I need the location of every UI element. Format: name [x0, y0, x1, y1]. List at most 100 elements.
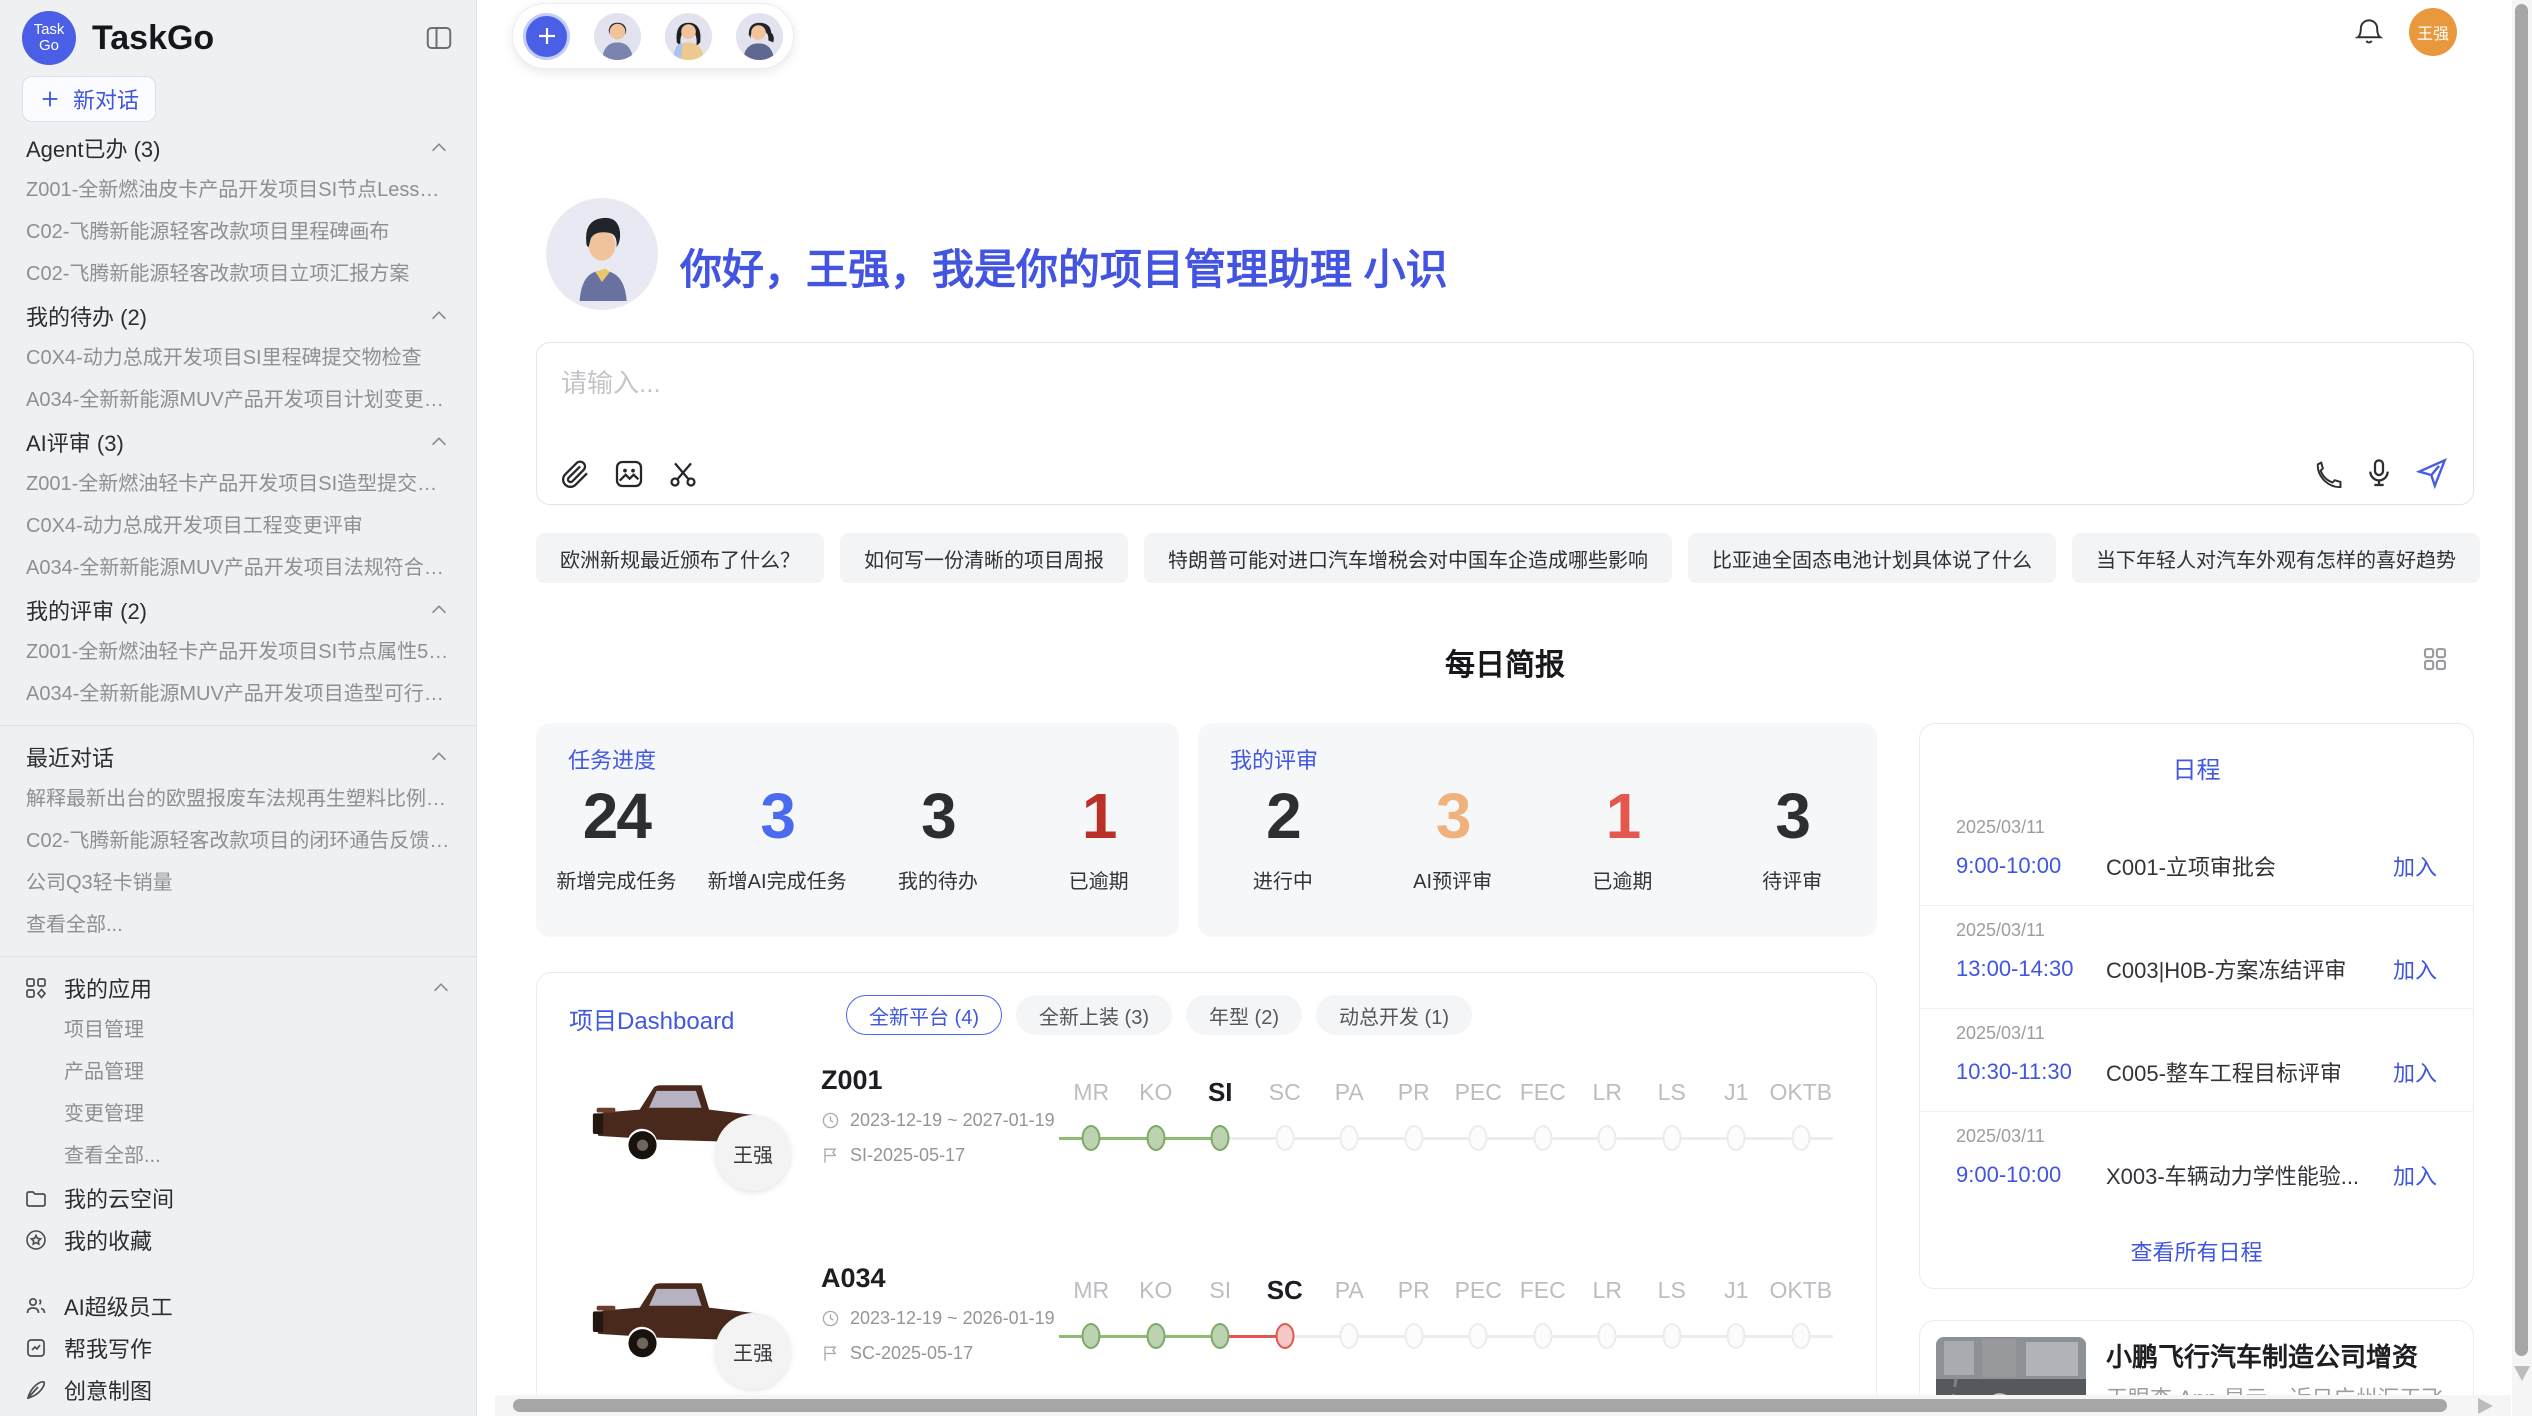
event-time: 13:00-14:30 [1956, 956, 2106, 982]
metric-value: 2 [1266, 781, 1300, 851]
scissors-icon[interactable] [667, 458, 699, 490]
user-avatar[interactable]: 王强 [2409, 8, 2457, 56]
suggestion-chip[interactable]: 欧洲新规最近颁布了什么？ [536, 533, 824, 583]
card-title: 任务进度 [568, 743, 656, 775]
new-chat-label: 新对话 [73, 83, 139, 115]
schedule-event: 2025/03/11 10:30-11:30 C005-整车工程目标评审 加入 [1920, 1009, 2473, 1112]
metric: 3 AI预评审 [1368, 781, 1538, 894]
new-chat-button[interactable]: 新对话 [22, 76, 156, 122]
milestone-dot [1404, 1125, 1423, 1151]
sidebar-conversation-item[interactable]: 公司Q3轻卡销量 [0, 862, 476, 904]
metric-value: 24 [583, 781, 650, 851]
my-todo-list: C0X4-动力总成开发项目SI里程碑提交物检查A034-全新新能源MUV产品开发… [0, 337, 476, 421]
phone-call-icon[interactable] [2311, 457, 2343, 489]
sidebar-item-cloud-space[interactable]: 我的云空间 [0, 1177, 476, 1219]
sidebar-section-my-todo[interactable]: 我的待办 (2) [0, 295, 476, 337]
sidebar-app-item[interactable]: 变更管理 [0, 1093, 476, 1135]
sidebar-item-drawing[interactable]: 创意制图 [0, 1369, 476, 1411]
image-icon[interactable] [613, 458, 645, 490]
sidebar-conversation-item[interactable]: Z001-全新燃油轻卡产品开发项目SI节点属性5D文件评审 [0, 631, 476, 673]
sidebar-app-item[interactable]: 项目管理 [0, 1009, 476, 1051]
scroll-down-arrow[interactable] [2514, 1366, 2530, 1381]
milestone-fec: FEC [1511, 1267, 1576, 1363]
scroll-right-arrow[interactable] [2478, 1398, 2493, 1414]
sidebar-section-agent-done[interactable]: Agent已办 (3) [0, 127, 476, 169]
sidebar-conversation-item[interactable]: 解释最新出台的欧盟报废车法规再生塑料比例被调至15%... [0, 778, 476, 820]
milestone-pr: PR [1382, 1069, 1447, 1165]
agent-done-list: Z001-全新燃油皮卡产品开发项目SI节点Lesson Learn报告C02-飞… [0, 169, 476, 295]
sidebar-conversation-item[interactable]: C0X4-动力总成开发项目工程变更评审 [0, 505, 476, 547]
join-meeting-link[interactable]: 加入 [2393, 953, 2437, 985]
milestone-dot [1211, 1323, 1230, 1349]
sidebar-conversation-item[interactable]: 查看全部... [0, 904, 476, 946]
dashboard-tab[interactable]: 全新上装 (3) [1016, 995, 1172, 1035]
contact-avatar-1[interactable] [594, 13, 641, 60]
sidebar-section-recent[interactable]: 最近对话 [0, 736, 476, 778]
metric-label: 待评审 [1762, 865, 1822, 894]
join-meeting-link[interactable]: 加入 [2393, 1056, 2437, 1088]
chat-input[interactable] [559, 359, 2059, 407]
milestone-dot [1340, 1323, 1359, 1349]
drawing-label: 创意制图 [64, 1374, 452, 1406]
add-contact-button[interactable] [523, 13, 570, 60]
sidebar-app-item[interactable]: 产品管理 [0, 1051, 476, 1093]
contact-avatar-3[interactable] [736, 13, 783, 60]
my-review-list: Z001-全新燃油轻卡产品开发项目SI节点属性5D文件评审A034-全新新能源M… [0, 631, 476, 715]
sidebar-conversation-item[interactable]: Z001-全新燃油轻卡产品开发项目SI造型提交物评审 [0, 463, 476, 505]
suggestion-chip[interactable]: 比亚迪全固态电池计划具体说了什么 [1688, 533, 2056, 583]
sidebar-item-my-apps[interactable]: 我的应用 [0, 967, 476, 1009]
dashboard-tab[interactable]: 动总开发 (1) [1316, 995, 1472, 1035]
greeting-text: 你好，王强，我是你的项目管理助理 小识 [680, 236, 1448, 297]
chevron-up-icon [428, 599, 450, 621]
sidebar-conversation-item[interactable]: A034-全新新能源MUV产品开发项目法规符合性评审 [0, 547, 476, 589]
milestone-pa: PA [1317, 1069, 1382, 1165]
view-all-schedule-link[interactable]: 查看所有日程 [1920, 1235, 2473, 1267]
send-icon[interactable] [2415, 456, 2449, 490]
layout-grid-icon[interactable] [2420, 644, 2450, 674]
milestone-dot [1662, 1125, 1681, 1151]
notification-bell-icon[interactable] [2355, 18, 2383, 46]
sidebar-section-my-review[interactable]: 我的评审 (2) [0, 589, 476, 631]
sidebar-conversation-item[interactable]: C02-飞腾新能源轻客改款项目的闭环通告反馈情况 [0, 820, 476, 862]
sidebar-conversation-item[interactable]: Z001-全新燃油皮卡产品开发项目SI节点Lesson Learn报告 [0, 169, 476, 211]
sidebar-conversation-item[interactable]: A034-全新新能源MUV产品开发项目造型可行性评审 [0, 673, 476, 715]
sidebar-item-writing[interactable]: 帮我写作 [0, 1327, 476, 1369]
metric-value: 1 [1606, 781, 1640, 851]
horizontal-scrollbar-thumb[interactable] [513, 1399, 2447, 1412]
join-meeting-link[interactable]: 加入 [2393, 850, 2437, 882]
section-label: 最近对话 [26, 741, 428, 773]
suggestion-chip[interactable]: 当下年轻人对汽车外观有怎样的喜好趋势 [2072, 533, 2480, 583]
milestone-dot [1598, 1125, 1617, 1151]
dashboard-tab[interactable]: 年型 (2) [1186, 995, 1302, 1035]
dashboard-tab[interactable]: 全新平台 (4) [846, 995, 1002, 1035]
attachment-icon[interactable] [559, 458, 591, 490]
task-progress-metrics: 24 新增完成任务 3 新增AI完成任务 3 我的待办 1 [536, 781, 1179, 894]
suggestion-chip[interactable]: 特朗普可能对进口汽车增税会对中国车企造成哪些影响 [1144, 533, 1672, 583]
microphone-icon[interactable] [2363, 457, 2395, 489]
sidebar-app-item[interactable]: 查看全部... [0, 1135, 476, 1177]
metric: 1 已逾期 [1018, 781, 1179, 894]
milestone-dot [1727, 1125, 1746, 1151]
milestone-dot [1598, 1323, 1617, 1349]
sidebar-section-ai-review[interactable]: AI评审 (3) [0, 421, 476, 463]
chevron-up-icon [428, 746, 450, 768]
metric: 1 已逾期 [1538, 781, 1708, 894]
project-row-z001[interactable]: 王强 Z001 2023-12-19 ~ 2027-01-19 SI-2025-… [537, 1051, 1876, 1241]
sidebar-conversation-item[interactable]: C02-飞腾新能源轻客改款项目立项汇报方案 [0, 253, 476, 295]
metric-label: 已逾期 [1592, 865, 1652, 894]
sidebar-conversation-item[interactable]: C02-飞腾新能源轻客改款项目里程碑画布 [0, 211, 476, 253]
sidebar-item-ai-staff[interactable]: AI超级员工 [0, 1285, 476, 1327]
project-row-a034[interactable]: 王强 A034 2023-12-19 ~ 2026-01-19 SC-2025-… [537, 1249, 1876, 1416]
divider [0, 725, 476, 726]
sidebar-conversation-item[interactable]: A034-全新新能源MUV产品开发项目计划变更表编写 [0, 379, 476, 421]
task-progress-card: 任务进度 24 新增完成任务 3 新增AI完成任务 3 我的待办 [536, 723, 1179, 937]
contact-avatar-2[interactable] [665, 13, 712, 60]
milestone-lr: LR [1575, 1069, 1640, 1165]
vertical-scrollbar-thumb[interactable] [2515, 4, 2528, 1356]
suggestion-chip[interactable]: 如何写一份清晰的项目周报 [840, 533, 1128, 583]
sidebar-item-favorites[interactable]: 我的收藏 [0, 1219, 476, 1261]
sidebar-conversation-item[interactable]: C0X4-动力总成开发项目SI里程碑提交物检查 [0, 337, 476, 379]
recent-list: 解释最新出台的欧盟报废车法规再生塑料比例被调至15%...C02-飞腾新能源轻客… [0, 778, 476, 946]
join-meeting-link[interactable]: 加入 [2393, 1159, 2437, 1191]
sidebar-collapse-icon[interactable] [424, 23, 454, 53]
